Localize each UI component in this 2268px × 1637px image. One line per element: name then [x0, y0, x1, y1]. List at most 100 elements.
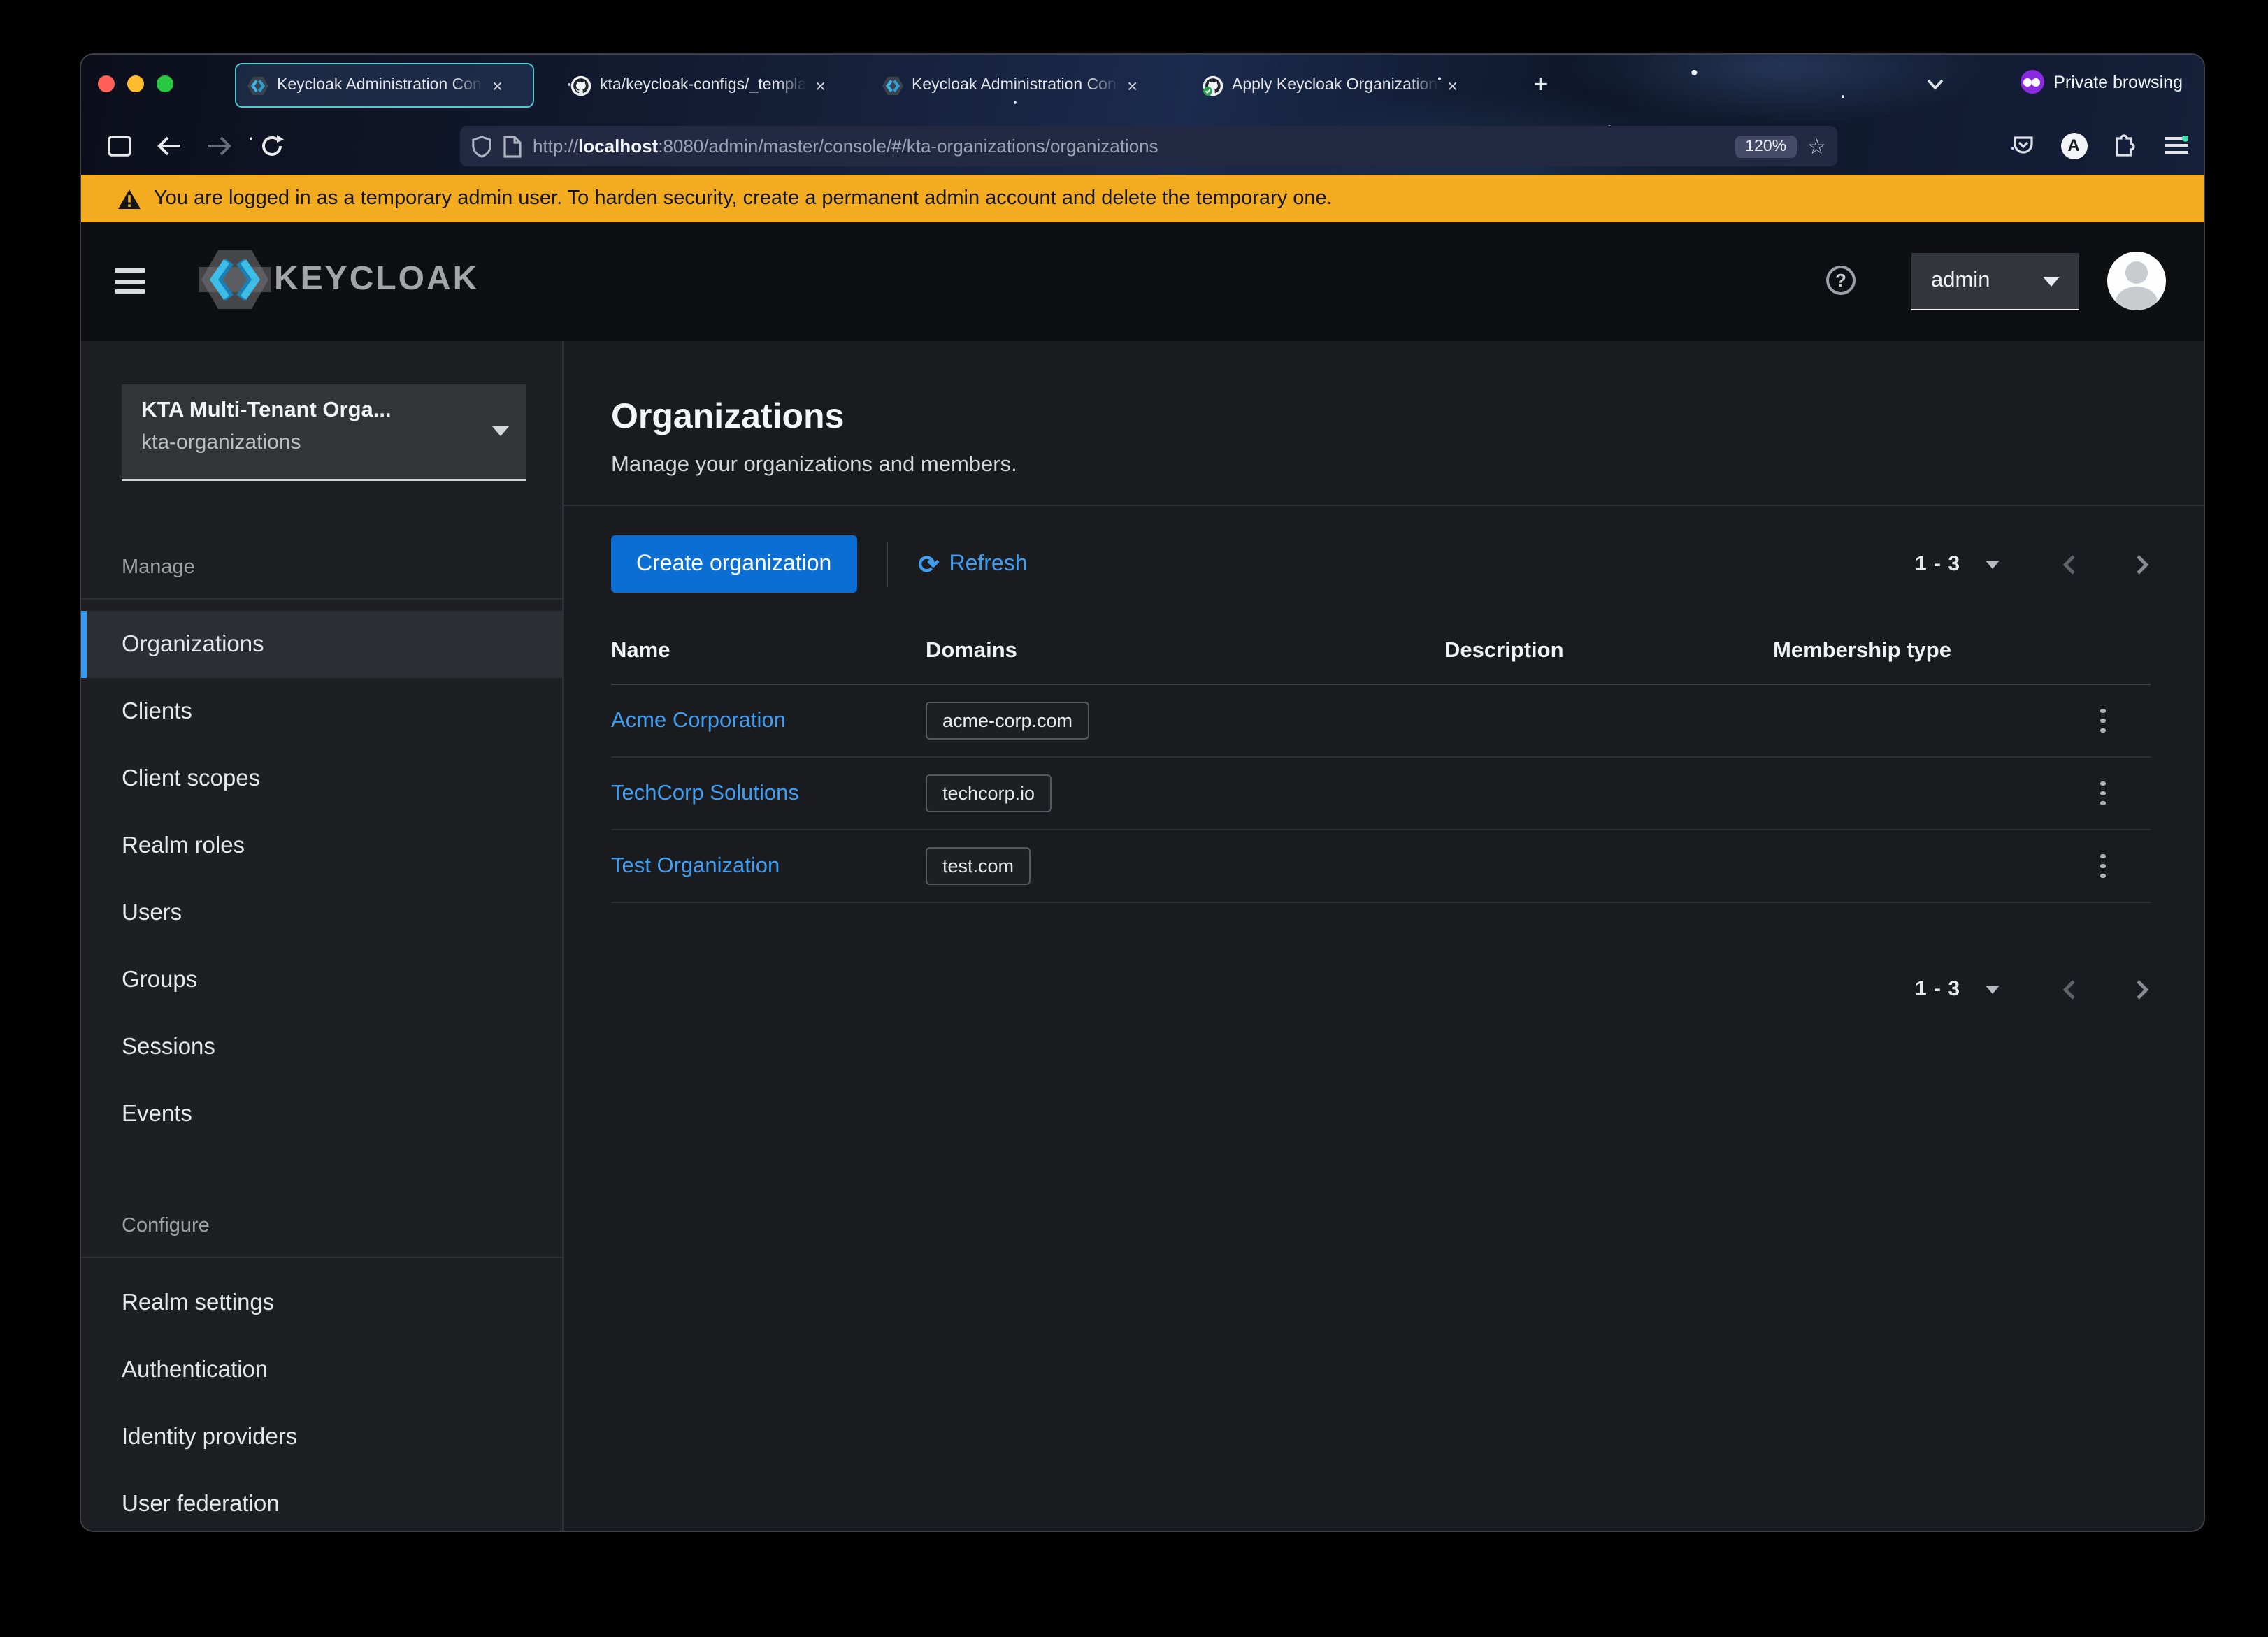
- description-cell: [1444, 684, 1773, 757]
- browser-window: Keycloak Administration Consol × kta/key…: [80, 53, 2205, 1532]
- pocket-icon[interactable]: [2008, 130, 2039, 161]
- user-dropdown[interactable]: admin: [1911, 253, 2079, 310]
- extensions-puzzle-icon[interactable]: [2109, 130, 2139, 161]
- kebab-menu-icon[interactable]: [2086, 781, 2120, 806]
- tab-keycloak-admin-console-2[interactable]: Keycloak Administration Consol ×: [871, 63, 1159, 108]
- kebab-menu-icon[interactable]: [2086, 854, 2120, 879]
- pagination-next-icon[interactable]: [2134, 553, 2151, 575]
- keycloak-favicon: [882, 75, 903, 96]
- chevron-down-icon: [2043, 276, 2060, 286]
- sidebar-toggle-icon[interactable]: [103, 130, 134, 161]
- keycloak-logo[interactable]: KEYCLOAK: [199, 247, 479, 312]
- pagination-range: 1 - 3: [1915, 977, 1960, 1001]
- table-toolbar: Create organization ⟳ Refresh 1 - 3: [611, 535, 2151, 593]
- warning-triangle-icon: [117, 188, 141, 209]
- reload-icon[interactable]: [256, 130, 287, 161]
- sidebar-section-configure: Configure: [81, 1215, 562, 1237]
- tab-keycloak-admin-console-active[interactable]: Keycloak Administration Consol ×: [235, 63, 534, 108]
- sidebar-item-events[interactable]: Events: [81, 1081, 562, 1148]
- sidebar-item-authentication[interactable]: Authentication: [81, 1336, 562, 1404]
- membership-cell: [1773, 830, 2072, 902]
- tab-close-icon[interactable]: ×: [815, 76, 826, 94]
- private-browsing-label: Private browsing: [2053, 72, 2183, 92]
- warning-banner-text: You are logged in as a temporary admin u…: [154, 187, 1333, 210]
- github-favicon: [570, 75, 591, 96]
- pagination-bottom-bar: 1 - 3: [611, 960, 2151, 1018]
- org-link-techcorp[interactable]: TechCorp Solutions: [611, 781, 799, 805]
- extension-a-icon[interactable]: A: [2058, 130, 2089, 161]
- shield-icon[interactable]: [471, 135, 492, 157]
- pagination-next-icon[interactable]: [2134, 978, 2151, 1000]
- sidebar-item-identity-providers[interactable]: Identity providers: [81, 1404, 562, 1471]
- url-text[interactable]: http://localhost:8080/admin/master/conso…: [533, 136, 1724, 157]
- tab-overflow-chevron-down-icon[interactable]: [1924, 73, 1946, 95]
- sidebar-item-sessions[interactable]: Sessions: [81, 1014, 562, 1081]
- private-browsing-mask-icon: [2020, 70, 2044, 94]
- org-link-acme[interactable]: Acme Corporation: [611, 708, 786, 732]
- column-header-description: Description: [1444, 622, 1773, 684]
- sidebar-item-groups[interactable]: Groups: [81, 946, 562, 1014]
- realm-selector[interactable]: KTA Multi-Tenant Orga... kta-organizatio…: [122, 384, 526, 481]
- tab-github-template[interactable]: kta/keycloak-configs/_template ×: [559, 63, 847, 108]
- page-subtitle: Manage your organizations and members.: [611, 453, 2151, 478]
- pagination-prev-icon[interactable]: [2061, 553, 2078, 575]
- refresh-label: Refresh: [949, 551, 1027, 577]
- bookmark-star-icon[interactable]: ☆: [1807, 134, 1826, 159]
- zoom-level-badge[interactable]: 120%: [1735, 135, 1796, 157]
- browser-chrome: Keycloak Administration Consol × kta/key…: [81, 55, 2204, 175]
- page-title: Organizations: [611, 397, 2151, 438]
- tab-close-icon[interactable]: ×: [1127, 76, 1137, 94]
- kebab-menu-icon[interactable]: [2086, 709, 2120, 733]
- description-cell: [1444, 757, 1773, 830]
- maximize-window-button[interactable]: [157, 75, 173, 92]
- screen: Keycloak Administration Consol × kta/key…: [0, 0, 2268, 1637]
- forward-icon[interactable]: [204, 130, 235, 161]
- sidebar-item-realm-settings[interactable]: Realm settings: [81, 1269, 562, 1336]
- tab-close-icon[interactable]: ×: [1447, 76, 1458, 94]
- url-bar[interactable]: http://localhost:8080/admin/master/conso…: [460, 126, 1837, 166]
- refresh-button[interactable]: ⟳ Refresh: [918, 551, 1027, 577]
- pagination-top: 1 - 3: [1915, 552, 2151, 576]
- pagination-chevron-down-icon[interactable]: [1986, 985, 2000, 993]
- keycloak-logo-icon: [199, 247, 271, 312]
- keycloak-wordmark: KEYCLOAK: [274, 260, 479, 299]
- sidebar-divider: [81, 598, 562, 600]
- sidebar-item-client-scopes[interactable]: Client scopes: [81, 745, 562, 812]
- tab-title: kta/keycloak-configs/_template: [600, 77, 807, 94]
- private-browsing-indicator: Private browsing: [2020, 70, 2183, 94]
- sidebar-hamburger-icon[interactable]: [115, 266, 145, 296]
- minimize-window-button[interactable]: [127, 75, 144, 92]
- sidebar-divider: [81, 1257, 562, 1258]
- window-controls: [98, 75, 173, 92]
- sidebar-item-user-federation[interactable]: User federation: [81, 1471, 562, 1532]
- membership-cell: [1773, 757, 2072, 830]
- column-header-actions: [2072, 622, 2151, 684]
- tab-close-icon[interactable]: ×: [492, 76, 503, 94]
- sidebar-item-organizations[interactable]: Organizations: [81, 611, 562, 678]
- sidebar-nav-configure: Realm settings Authentication Identity p…: [81, 1269, 562, 1532]
- membership-cell: [1773, 684, 2072, 757]
- help-icon[interactable]: ?: [1826, 266, 1856, 295]
- close-window-button[interactable]: [98, 75, 115, 92]
- sidebar-item-realm-roles[interactable]: Realm roles: [81, 812, 562, 879]
- github-favicon-check: [1203, 75, 1223, 96]
- avatar[interactable]: [2107, 252, 2166, 310]
- back-icon[interactable]: [154, 130, 185, 161]
- header-divider: [564, 505, 2204, 506]
- table-row: Acme Corporation acme-corp.com: [611, 684, 2151, 757]
- menu-hamburger-icon[interactable]: [2160, 130, 2191, 161]
- tab-github-apply-organizations[interactable]: Apply Keycloak Organizations C ×: [1191, 63, 1488, 108]
- sidebar-item-users[interactable]: Users: [81, 879, 562, 946]
- sidebar-item-clients[interactable]: Clients: [81, 678, 562, 745]
- pagination-chevron-down-icon[interactable]: [1986, 560, 2000, 568]
- table-row: Test Organization test.com: [611, 830, 2151, 902]
- sidebar-section-manage: Manage: [81, 556, 562, 579]
- column-header-membership-type: Membership type: [1773, 622, 2072, 684]
- page-info-icon[interactable]: [503, 135, 522, 157]
- pagination-prev-icon[interactable]: [2061, 978, 2078, 1000]
- domain-chip: acme-corp.com: [926, 702, 1089, 740]
- new-tab-button[interactable]: +: [1524, 67, 1558, 101]
- create-organization-button[interactable]: Create organization: [611, 535, 856, 593]
- realm-id: kta-organizations: [141, 431, 484, 454]
- org-link-test[interactable]: Test Organization: [611, 853, 780, 877]
